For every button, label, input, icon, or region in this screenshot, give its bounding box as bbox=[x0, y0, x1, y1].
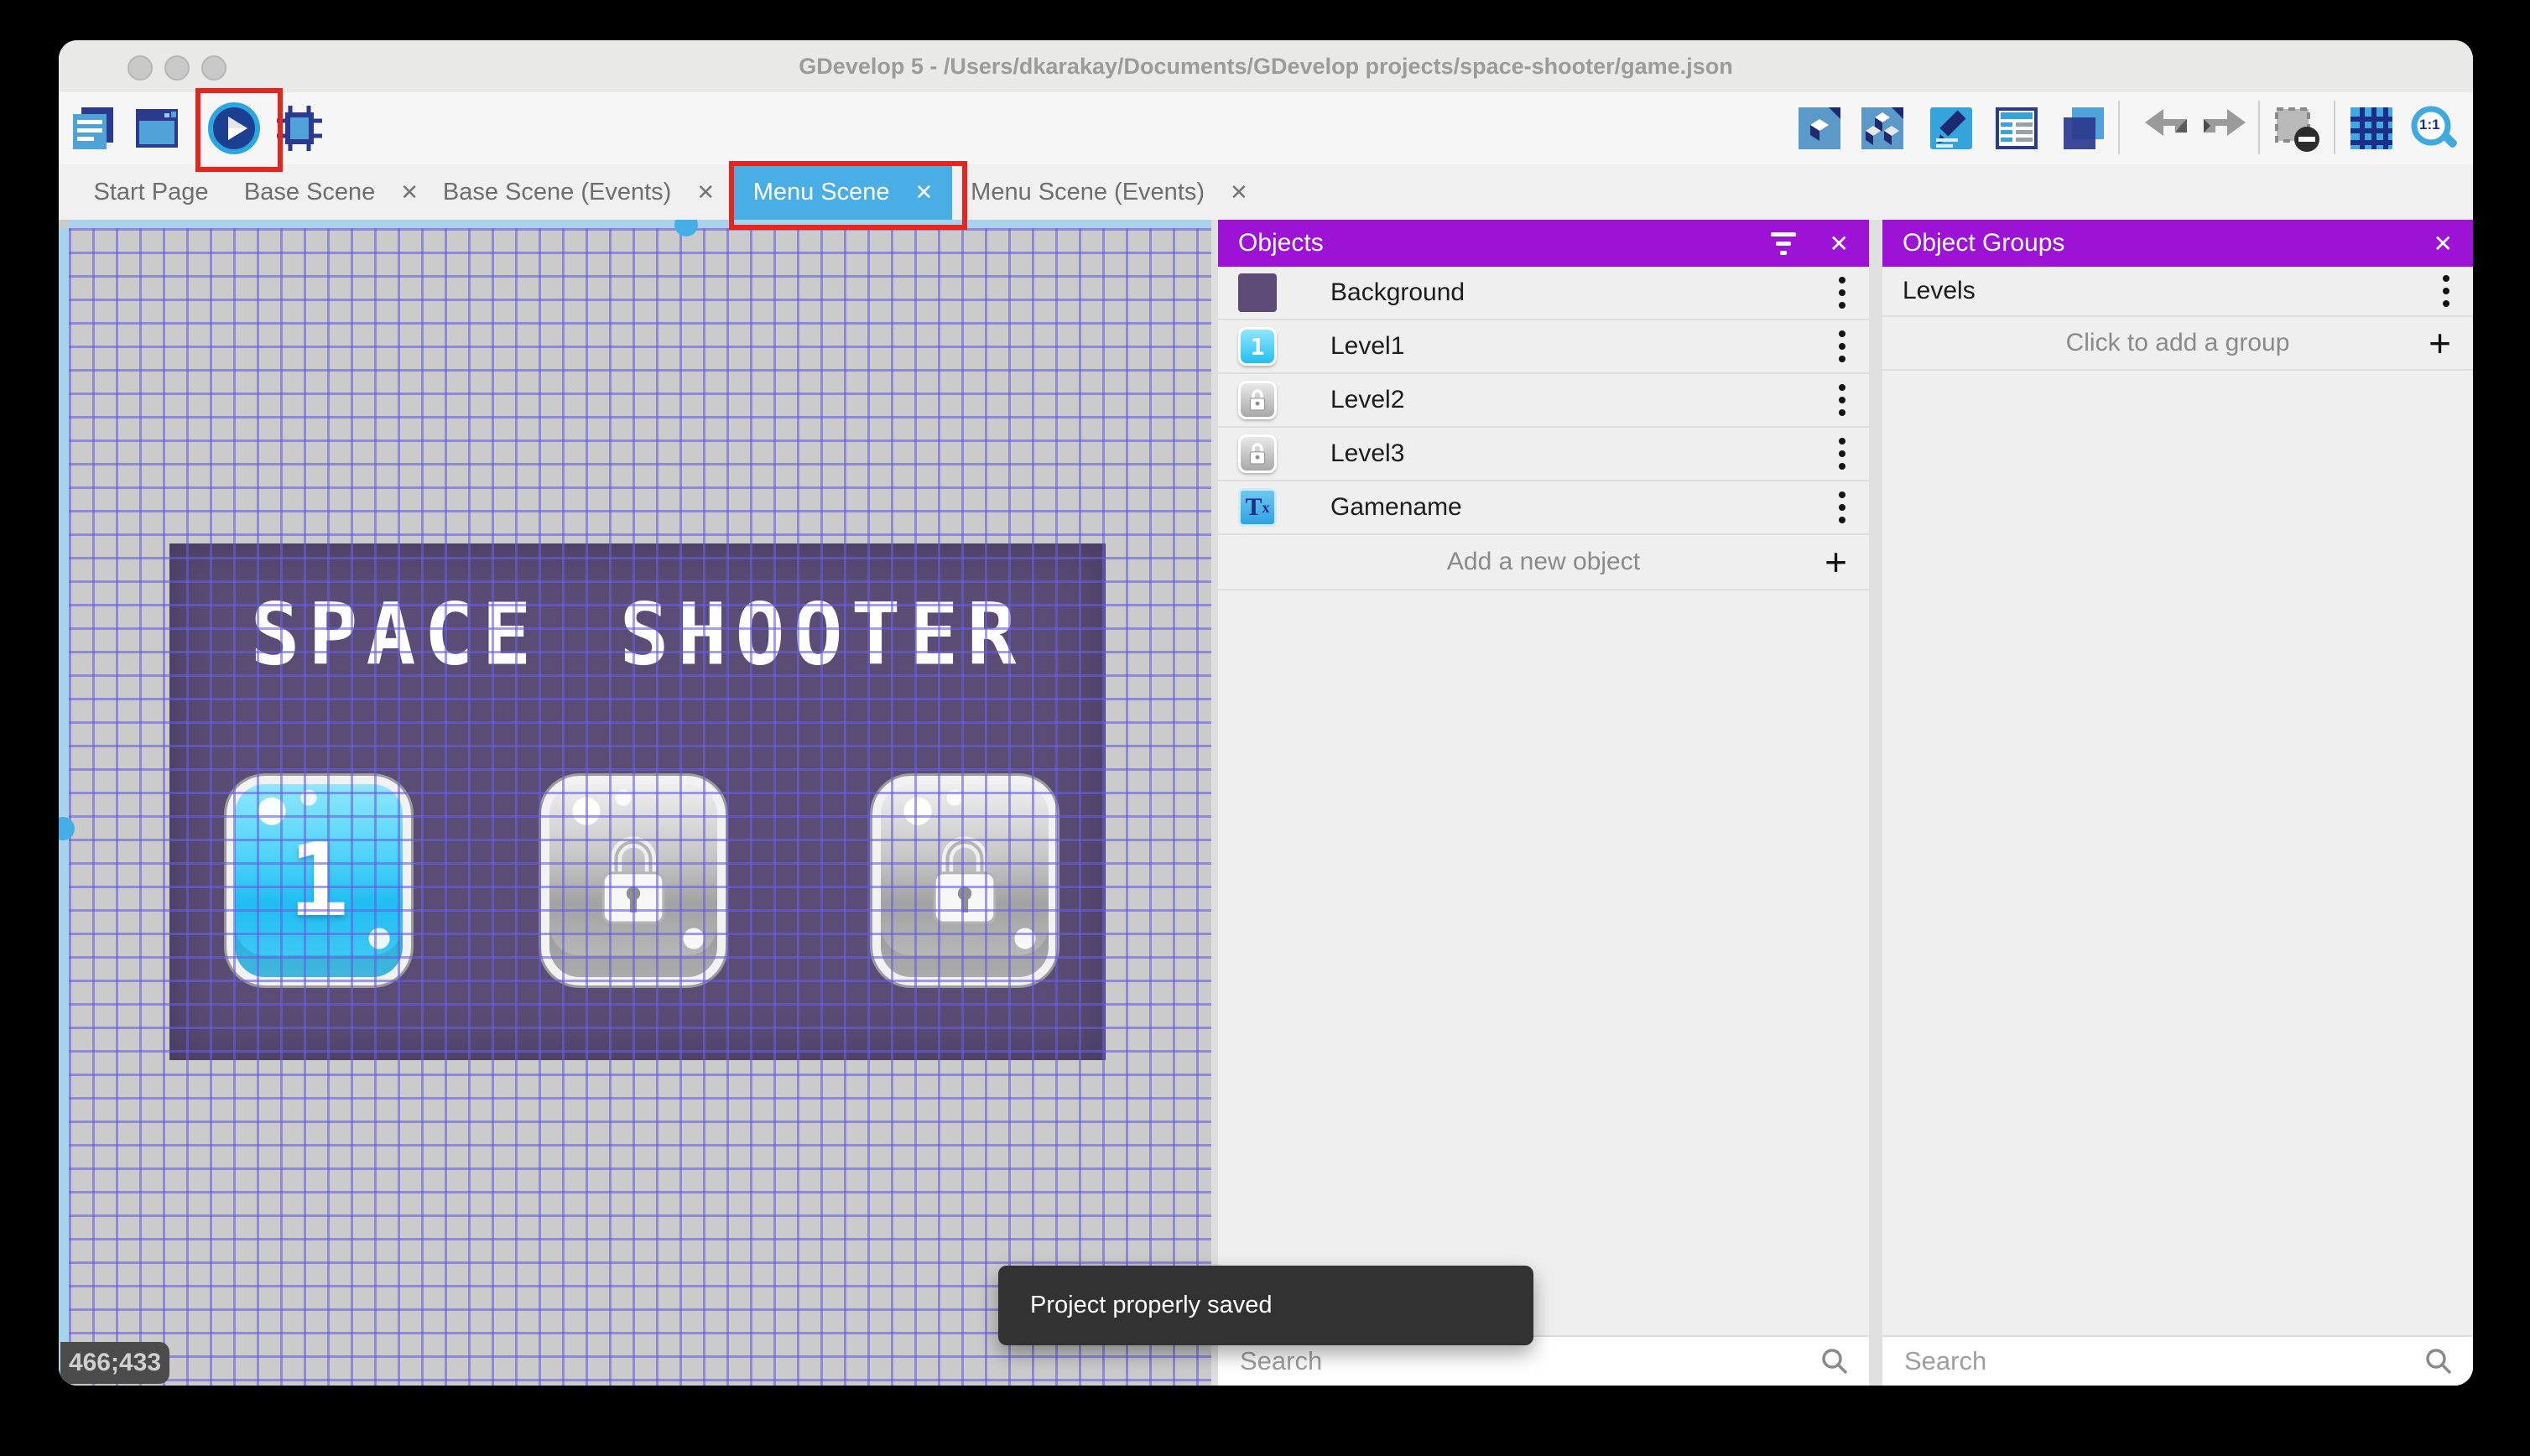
object-row-level2[interactable]: Level2 bbox=[1218, 374, 1869, 428]
close-tab-icon[interactable]: ✕ bbox=[1230, 179, 1248, 205]
cursor-coordinates-badge: 466;433 bbox=[60, 1342, 169, 1384]
level3-thumbnail bbox=[1238, 434, 1277, 473]
clear-selection-icon[interactable] bbox=[2272, 104, 2320, 153]
lock-icon bbox=[1249, 443, 1266, 465]
tab-start-page[interactable]: Start Page bbox=[67, 164, 235, 220]
toast-message: Project properly saved bbox=[1030, 1292, 1273, 1318]
tab-base-scene[interactable]: Base Scene ✕ bbox=[235, 164, 428, 220]
objects-panel-title: Objects bbox=[1238, 229, 1324, 257]
instances-list-icon[interactable] bbox=[1992, 104, 2041, 153]
editor-tabs: Start Page Base Scene ✕ Base Scene (Even… bbox=[59, 161, 2473, 230]
scene-editor-canvas[interactable]: SPACE SHOOTER 1 466;433 bbox=[59, 220, 1211, 1386]
redo-icon[interactable] bbox=[2200, 104, 2249, 153]
search-icon bbox=[2426, 1349, 2452, 1375]
project-manager-icon[interactable] bbox=[70, 104, 118, 153]
lock-icon bbox=[1249, 389, 1266, 411]
vertical-scrollbar[interactable] bbox=[59, 228, 69, 1386]
horizontal-scroll-thumb[interactable] bbox=[674, 220, 698, 237]
object-menu-icon[interactable] bbox=[1835, 381, 1849, 419]
layers-icon[interactable] bbox=[2059, 104, 2107, 153]
add-object-row[interactable]: Add a new object + bbox=[1218, 535, 1869, 590]
start-page-window-icon[interactable] bbox=[133, 104, 181, 153]
objects-list-icon[interactable] bbox=[1858, 104, 1907, 153]
properties-icon[interactable] bbox=[1927, 104, 1976, 153]
zoom-ratio-label: 1:1 bbox=[2419, 117, 2440, 133]
filter-icon[interactable] bbox=[1770, 231, 1796, 255]
object-menu-icon[interactable] bbox=[1835, 273, 1849, 312]
tab-menu-scene[interactable]: Menu Scene ✕ bbox=[734, 164, 952, 220]
add-object-icon[interactable] bbox=[1795, 104, 1844, 153]
play-preview-icon[interactable] bbox=[208, 102, 260, 154]
save-toast: Project properly saved bbox=[998, 1266, 1533, 1345]
add-group-plus-icon[interactable]: + bbox=[2428, 320, 2451, 366]
game-title-text-object[interactable]: SPACE SHOOTER bbox=[169, 585, 1106, 685]
window-title: GDevelop 5 - /Users/dkarakay/Documents/G… bbox=[799, 54, 1733, 79]
lock-icon bbox=[933, 836, 997, 924]
panel-splitter[interactable] bbox=[1869, 220, 1882, 1386]
background-thumbnail bbox=[1238, 273, 1277, 312]
vertical-scroll-thumb[interactable] bbox=[59, 817, 75, 840]
horizontal-scrollbar[interactable] bbox=[69, 220, 1211, 228]
object-groups-panel: Object Groups ✕ Levels Click to add a gr… bbox=[1882, 220, 2473, 1386]
objects-search-input[interactable] bbox=[1238, 1345, 1820, 1377]
toolbar-divider bbox=[2118, 101, 2120, 154]
tab-menu-scene-events[interactable]: Menu Scene (Events) ✕ bbox=[952, 164, 1267, 220]
panel-splitter[interactable] bbox=[1211, 220, 1218, 1386]
text-object-thumbnail: Tx bbox=[1238, 488, 1277, 527]
main-toolbar: 1:1 bbox=[59, 88, 2473, 172]
object-groups-panel-header: Object Groups ✕ bbox=[1882, 220, 2473, 267]
level1-thumbnail: 1 bbox=[1238, 327, 1277, 366]
groups-search-input[interactable] bbox=[1903, 1345, 2424, 1377]
toolbar-divider bbox=[2334, 101, 2335, 154]
close-tab-icon[interactable]: ✕ bbox=[915, 179, 934, 205]
object-menu-icon[interactable] bbox=[1835, 434, 1849, 473]
object-menu-icon[interactable] bbox=[1835, 488, 1849, 527]
object-groups-panel-title: Object Groups bbox=[1903, 229, 2065, 257]
object-menu-icon[interactable] bbox=[1835, 327, 1849, 366]
level2-thumbnail bbox=[1238, 381, 1277, 419]
close-panel-icon[interactable]: ✕ bbox=[1830, 230, 1849, 257]
toggle-grid-icon[interactable] bbox=[2347, 104, 2396, 153]
add-object-plus-icon[interactable]: + bbox=[1825, 539, 1847, 585]
search-icon bbox=[1822, 1349, 1848, 1375]
object-row-level1[interactable]: 1 Level1 bbox=[1218, 320, 1869, 374]
objects-panel-header: Objects ✕ bbox=[1218, 220, 1869, 267]
object-row-gamename[interactable]: Tx Gamename bbox=[1218, 481, 1869, 535]
tab-base-scene-events[interactable]: Base Scene (Events) ✕ bbox=[428, 164, 730, 220]
object-row-level3[interactable]: Level3 bbox=[1218, 428, 1869, 481]
scene-background-object[interactable]: SPACE SHOOTER 1 bbox=[169, 543, 1106, 1060]
groups-search-bar bbox=[1882, 1335, 2473, 1386]
debug-icon[interactable] bbox=[275, 104, 324, 153]
add-group-row[interactable]: Click to add a group + bbox=[1882, 317, 2473, 371]
close-panel-icon[interactable]: ✕ bbox=[2434, 230, 2453, 257]
level2-button-object[interactable] bbox=[541, 776, 726, 985]
group-row-levels[interactable]: Levels bbox=[1882, 267, 2473, 317]
zoom-original-icon[interactable]: 1:1 bbox=[2408, 104, 2461, 158]
level1-button-object[interactable]: 1 bbox=[226, 776, 411, 985]
title-bar: GDevelop 5 - /Users/dkarakay/Documents/G… bbox=[59, 40, 2473, 94]
lock-icon bbox=[601, 836, 665, 924]
level3-button-object[interactable] bbox=[872, 776, 1057, 985]
close-tab-icon[interactable]: ✕ bbox=[400, 179, 419, 205]
object-row-background[interactable]: Background bbox=[1218, 267, 1869, 320]
undo-icon[interactable] bbox=[2142, 104, 2190, 153]
close-tab-icon[interactable]: ✕ bbox=[696, 179, 715, 205]
gdevelop-window: GDevelop 5 - /Users/dkarakay/Documents/G… bbox=[59, 40, 2473, 1386]
toolbar-divider bbox=[2258, 101, 2260, 154]
objects-panel: Objects ✕ Background 1 Level1 Level2 Lev… bbox=[1218, 220, 1869, 1386]
group-menu-icon[interactable] bbox=[2439, 272, 2453, 310]
